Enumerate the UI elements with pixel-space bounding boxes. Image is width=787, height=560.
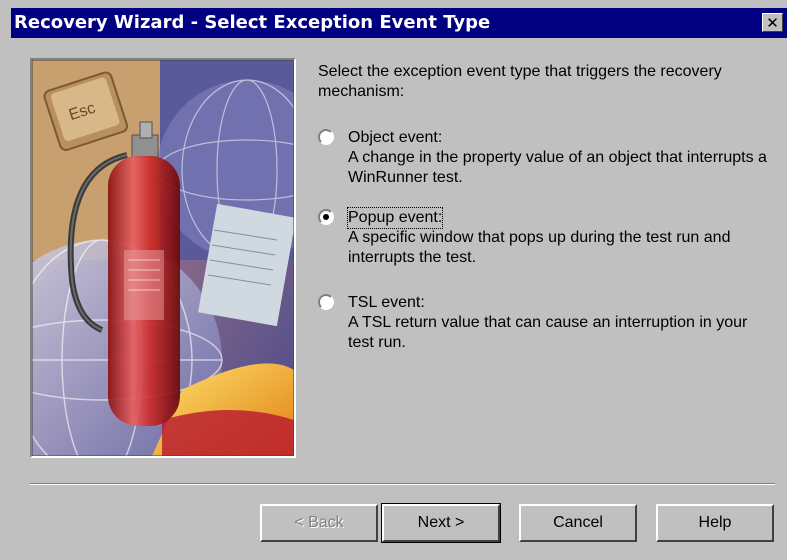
radio-popup-event[interactable]	[318, 209, 334, 225]
fire-extinguisher-illustration: Esc	[32, 60, 294, 456]
next-button[interactable]: Next >	[381, 503, 501, 543]
separator	[30, 483, 775, 485]
help-button[interactable]: Help	[656, 504, 774, 542]
title-bar[interactable]: Recovery Wizard - Select Exception Event…	[11, 8, 787, 38]
wizard-illustration: Esc	[30, 58, 296, 458]
recovery-wizard-window: Recovery Wizard - Select Exception Event…	[0, 0, 787, 560]
cancel-button-label: Cancel	[553, 514, 603, 531]
option-description: A specific window that pops up during th…	[348, 229, 731, 266]
radio-tsl-event[interactable]	[318, 294, 334, 310]
close-button[interactable]: ✕	[762, 13, 783, 32]
radio-object-event[interactable]	[318, 129, 334, 145]
window-title: Recovery Wizard - Select Exception Event…	[14, 12, 491, 33]
option-label: Object event:	[348, 129, 443, 146]
close-icon: ✕	[766, 14, 779, 32]
cancel-button[interactable]: Cancel	[519, 504, 637, 542]
option-description: A change in the property value of an obj…	[348, 149, 767, 186]
help-button-label: Help	[698, 514, 732, 531]
option-description: A TSL return value that can cause an int…	[348, 314, 748, 351]
intro-text: Select the exception event type that tri…	[318, 63, 722, 100]
back-button[interactable]: < Back	[260, 504, 378, 542]
option-label: TSL event:	[348, 294, 425, 311]
option-object-event[interactable]: Object event: A change in the property v…	[318, 128, 768, 188]
option-popup-event[interactable]: Popup event: A specific window that pops…	[318, 207, 768, 268]
back-button-label: < Back	[294, 514, 344, 531]
option-tsl-event[interactable]: TSL event: A TSL return value that can c…	[318, 293, 768, 353]
next-button-label: Next >	[417, 514, 465, 531]
option-label: Popup event:	[346, 207, 444, 229]
